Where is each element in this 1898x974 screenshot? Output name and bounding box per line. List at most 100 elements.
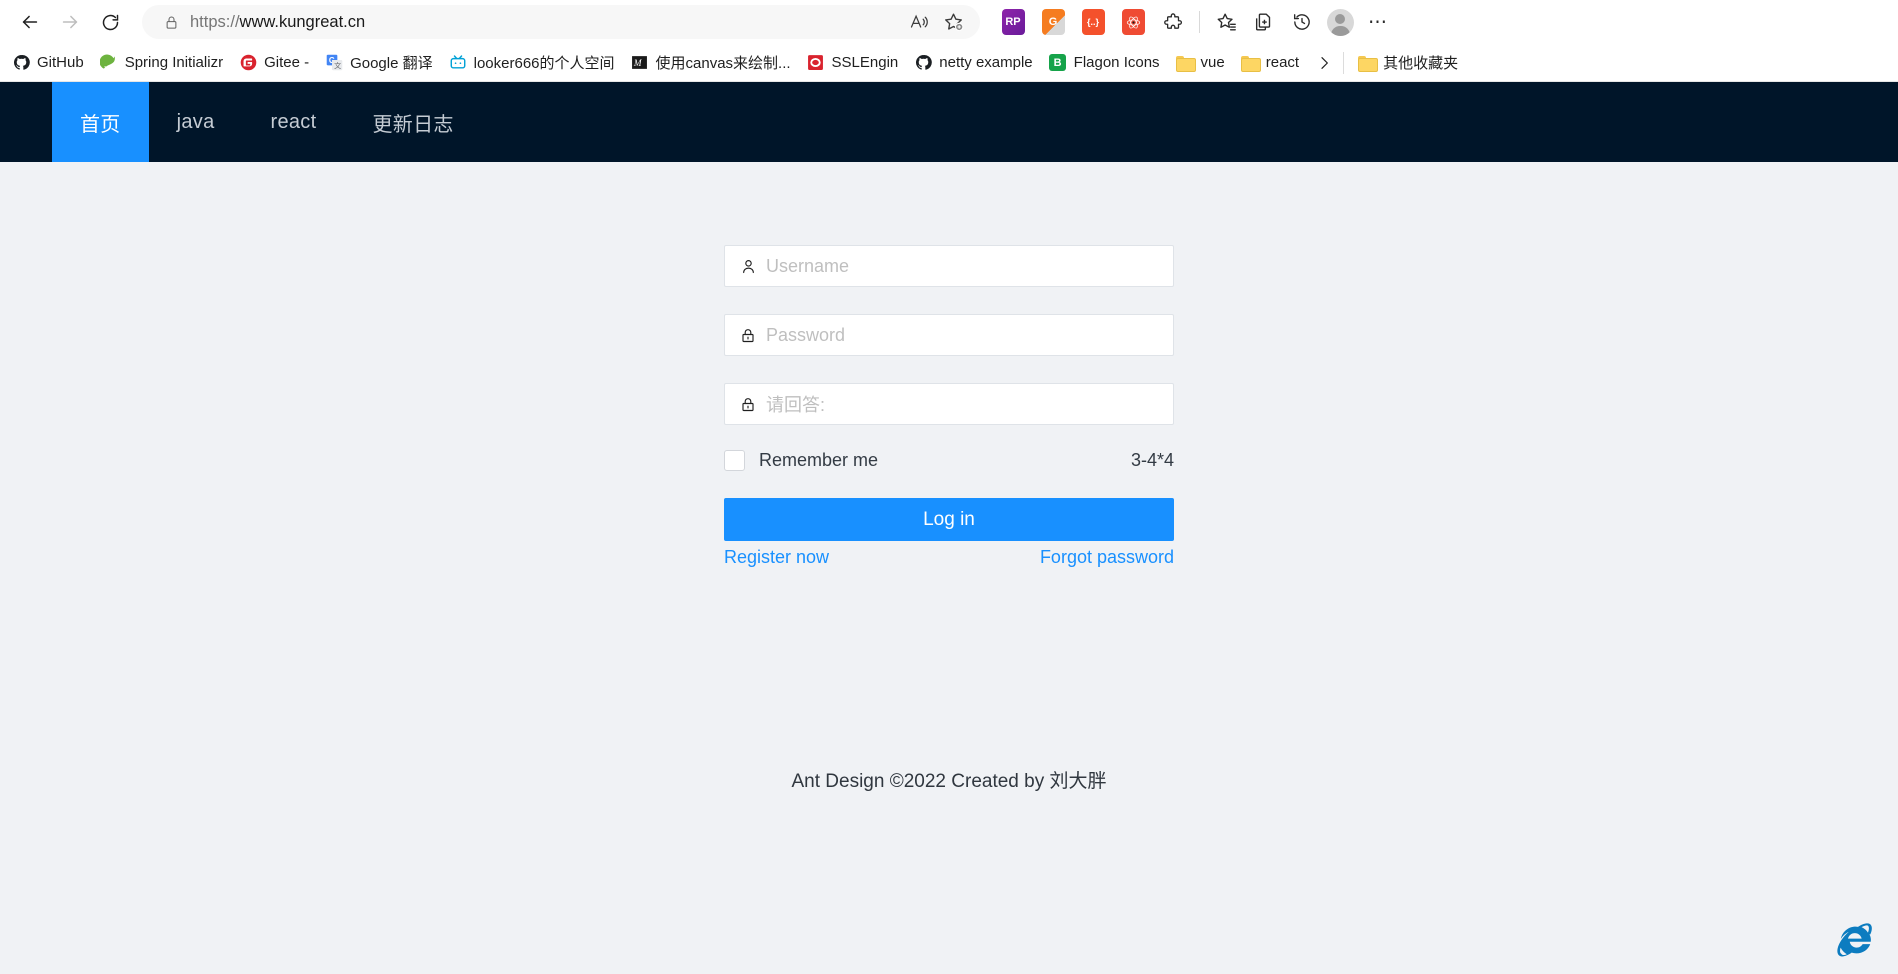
profile-avatar[interactable] [1321,4,1359,40]
extension-json-glyph: {..} [1081,9,1105,35]
extension-grammarly-glyph: G [1041,9,1065,35]
folder-icon [1358,54,1379,72]
nav-item-label: 首页 [80,113,121,136]
extensions-strip: RP G {..} [994,4,1192,40]
extension-react-glyph [1121,9,1145,35]
lock-icon [740,396,762,413]
bookmark-github[interactable]: GitHub [4,49,92,77]
svg-text:M: M [633,58,643,68]
site-navigation: 首页 java react 更新日志 [0,82,1898,162]
medium-icon: M [631,54,649,72]
internet-explorer-icon[interactable] [1834,920,1876,962]
bookmark-label: Gitee - [264,54,310,71]
bookmark-folder-react[interactable]: react [1233,49,1307,77]
password-field[interactable]: Password [724,314,1174,356]
bookmark-gitee[interactable]: Gitee - [231,49,317,77]
remember-me-group[interactable]: Remember me [724,449,879,471]
read-aloud-icon[interactable] [902,7,936,37]
toolbar-divider [1199,11,1200,33]
bookmark-label: Google 翻译 [350,55,433,72]
register-link[interactable]: Register now [724,547,829,568]
nav-item-label: 更新日志 [372,113,454,136]
forgot-password-link[interactable]: Forgot password [1040,547,1174,568]
spring-icon [100,54,118,72]
bookmark-folder-vue[interactable]: vue [1168,49,1233,77]
extension-json-icon[interactable]: {..} [1074,4,1112,40]
gitee-icon [239,54,257,72]
github-icon [12,54,30,72]
google-translate-icon: G 文 [325,54,343,72]
login-links-row: Register now Forgot password [724,547,1174,568]
extension-grammarly-icon[interactable]: G [1034,4,1072,40]
bookmarks-divider [1343,51,1345,74]
nav-item-label: react [270,110,317,133]
captcha-question: 3-4*4 [1130,449,1174,470]
bookmarks-overflow-chevron-icon[interactable] [1311,54,1337,72]
add-favorite-icon[interactable] [936,7,970,37]
bookmark-google-translate[interactable]: G 文 Google 翻译 [317,49,441,77]
address-host: www.kungreat.cn [239,12,366,31]
login-button[interactable]: Log in [724,498,1174,541]
forward-arrow-icon [62,15,78,29]
forward-button[interactable] [50,4,90,40]
extension-react-devtools-icon[interactable] [1114,4,1152,40]
address-scheme: https:// [190,12,240,31]
address-text[interactable]: https://www.kungreat.cn [184,13,902,32]
user-icon [740,258,762,275]
puzzle-piece-icon [1163,12,1182,29]
login-form: Username Password 请回答: Remember me 3-4*4… [724,245,1174,568]
bookmarks-bar: GitHub Spring Initializr Gitee - G 文 Goo… [0,44,1898,82]
bookmark-label: 使用canvas来绘制... [655,55,791,72]
bookmark-label: vue [1200,54,1225,71]
refresh-button[interactable] [90,4,130,40]
bookmark-canvas-article[interactable]: M 使用canvas来绘制... [623,49,799,77]
bookmark-label: Spring Initializr [124,54,224,71]
password-placeholder: Password [766,324,846,345]
favorites-star-icon [1217,13,1236,31]
history-clock-icon [1293,14,1310,30]
extension-rp-glyph: RP [1001,9,1025,35]
remember-me-label: Remember me [759,449,879,470]
folder-icon [1175,54,1196,72]
svg-text:文: 文 [334,61,341,70]
bookmark-netty-example[interactable]: netty example [906,49,1040,77]
nav-item-home[interactable]: 首页 [52,82,149,162]
bookmark-spring-initializr[interactable]: Spring Initializr [92,49,231,77]
username-field[interactable]: Username [724,245,1174,287]
browser-toolbar: https://www.kungreat.cn RP G {..} ⋯ [0,0,1898,44]
login-options-row: Remember me 3-4*4 [724,448,1174,472]
flagon-icon: B [1049,54,1067,72]
collections-add-icon [1255,13,1271,31]
github-icon [914,54,932,72]
back-arrow-icon [22,15,38,29]
captcha-field[interactable]: 请回答: [724,383,1174,425]
bookmark-bilibili[interactable]: looker666的个人空间 [441,49,623,77]
lock-icon [158,14,184,31]
avatar [1326,8,1354,36]
address-bar[interactable]: https://www.kungreat.cn [142,5,980,39]
bookmark-flagon-icons[interactable]: B Flagon Icons [1041,49,1168,77]
page-viewport: 首页 java react 更新日志 Username Password 请回答… [0,82,1898,974]
bookmark-sslengin[interactable]: SSLEngin [799,49,907,77]
collections-icon[interactable] [1245,4,1283,40]
remember-me-checkbox[interactable] [724,449,745,471]
page-footer: Ant Design ©2022 Created by 刘大胖 [791,771,1107,792]
extensions-puzzle-icon[interactable] [1154,4,1192,40]
nav-item-java[interactable]: java [149,82,243,162]
ssl-icon [807,54,825,72]
nav-item-changelog[interactable]: 更新日志 [344,82,481,162]
bookmark-label: GitHub [37,54,84,71]
history-icon[interactable] [1283,4,1321,40]
bookmark-label: Flagon Icons [1073,54,1160,71]
settings-more-icon[interactable]: ⋯ [1359,4,1397,40]
bilibili-icon [449,54,467,72]
bookmark-label: 其他收藏夹 [1383,55,1459,72]
refresh-icon [102,14,118,30]
bookmark-label: react [1265,54,1300,71]
back-button[interactable] [10,4,50,40]
extension-rp-icon[interactable]: RP [994,4,1032,40]
bookmark-label: SSLEngin [831,54,899,71]
nav-item-react[interactable]: react [243,82,345,162]
bookmark-other-favorites[interactable]: 其他收藏夹 [1350,49,1466,77]
favorites-icon[interactable] [1207,4,1245,40]
